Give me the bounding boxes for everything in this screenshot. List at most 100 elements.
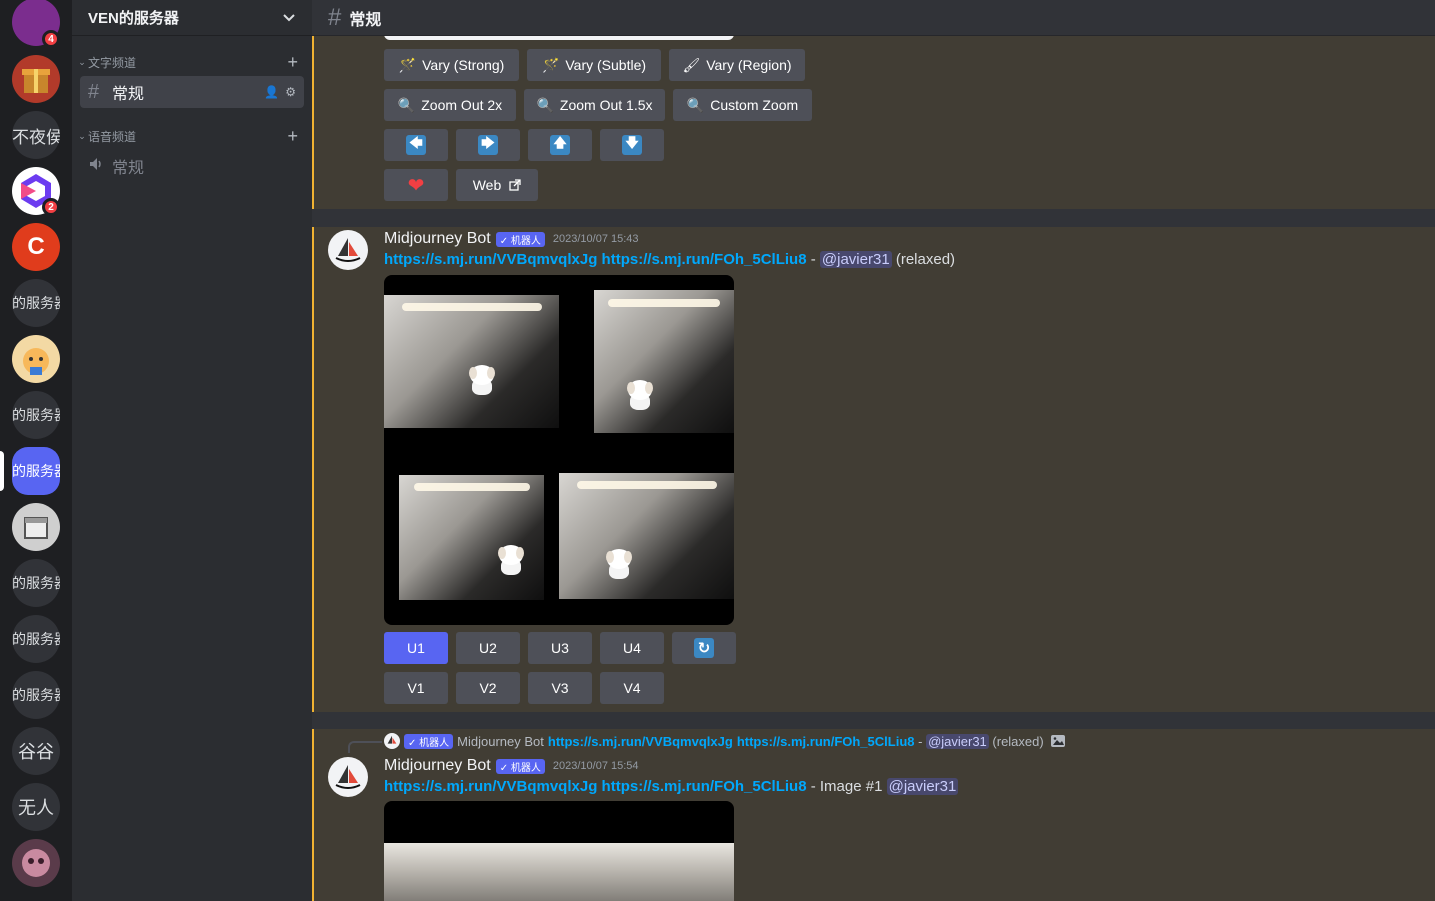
add-channel-icon[interactable]: + [287,52,298,73]
bot-tag: ✓ 机器人 [404,733,454,749]
hash-icon: # [328,3,342,31]
reroll-icon: ↻ [694,638,714,658]
zoom-out-1-5x-button[interactable]: 🔍 Zoom Out 1.5x [524,89,665,121]
category-text-channels[interactable]: ⌄ 文字频道 + [76,52,304,73]
zoom-out-2x-button[interactable]: 🔍 Zoom Out 2x [384,89,516,121]
magnifier-icon: 🔍 [686,96,705,113]
reply-avatar [384,733,400,749]
image-tile-3 [399,475,544,600]
server-icon-box[interactable] [12,503,60,551]
variation-v1-button[interactable]: V1 [384,672,448,704]
message-header: Midjourney Bot ✓ 机器人 2023/10/07 15:43 [384,229,639,249]
magnifier-icon: 🔍 [536,96,554,113]
server-icon-active[interactable]: 的服务器 [12,447,60,495]
prompt-link-1[interactable]: https://s.mj.run/VVBqmvqlxJg [384,778,597,795]
box-icon [24,517,48,539]
arrow-down-icon: 🡇 [622,135,642,155]
user-mention[interactable]: @javier31 [819,251,892,268]
server-icon-12[interactable]: 的服务器 [12,615,60,663]
upscaled-image-content [384,843,734,901]
image-tile-1 [384,295,559,428]
cartoon-avatar-icon [23,348,49,375]
reply-link-2[interactable]: https://s.mj.run/FOh_5ClLiu8 [737,734,915,749]
reply-preview[interactable]: ✓ 机器人 Midjourney Bot https://s.mj.run/VV… [384,732,1066,750]
server-icon-11[interactable]: 的服务器 [12,559,60,607]
bot-tag: ✓ 机器人 [495,758,545,774]
vary-strong-button[interactable]: 🪄 Vary (Strong) [384,49,519,81]
server-name: VEN的服务器 [88,10,179,27]
midjourney-bot-avatar[interactable] [328,757,368,797]
image-tile-2 [594,290,734,433]
author-name[interactable]: Midjourney Bot [384,757,491,775]
prompt-link-1[interactable]: https://s.mj.run/VVBqmvqlxJg [384,251,597,268]
category-voice-channels[interactable]: ⌄ 语音频道 + [76,126,304,147]
bot-tag: ✓ 机器人 [495,231,545,247]
server-icon-8[interactable]: 的服务器 [12,391,60,439]
prompt-link-2[interactable]: https://s.mj.run/FOh_5ClLiu8 [602,251,807,268]
server-header[interactable]: VEN的服务器 [72,0,312,36]
server-list: 4 不夜侯 2 C 的服务器 的服务器 的服务器 的服务器 的服务器 的服务器 … [0,0,72,901]
upscale-u4-button[interactable]: U4 [600,632,664,664]
channel-sidebar: VEN的服务器 ⌄ 文字频道 + # 常规 👤 ⚙ ⌄ 语音频道 + 常规 [72,0,312,901]
chat-area: # 常规 🪄 Vary (Strong) 🪄 Vary (Subtle) 🖌 Vary… [312,0,1435,901]
pan-up-button[interactable]: 🡅 [528,129,592,161]
generated-image-grid[interactable] [384,275,734,625]
custom-zoom-button[interactable]: 🔍 Custom Zoom [673,89,812,121]
reply-link-1[interactable]: https://s.mj.run/VVBqmvqlxJg [548,734,733,749]
server-icon-13[interactable]: 的服务器 [12,671,60,719]
channel-voice-general[interactable]: 常规 [80,150,304,182]
chevron-down-icon[interactable] [282,11,296,25]
settings-gear-icon[interactable]: ⚙ [285,85,296,99]
collapse-arrow-icon: ⌄ [78,56,86,67]
discord-app: 4 不夜侯 2 C 的服务器 的服务器 的服务器 的服务器 的服务器 的服务器 … [0,0,1435,901]
variation-v4-button[interactable]: V4 [600,672,664,704]
pan-left-button[interactable]: 🡄 [384,129,448,161]
add-channel-icon[interactable]: + [287,126,298,147]
sailboat-icon [335,765,361,789]
variation-v3-button[interactable]: V3 [528,672,592,704]
channel-text-general[interactable]: # 常规 👤 ⚙ [80,76,304,108]
author-name[interactable]: Midjourney Bot [384,230,491,248]
server-icon-creature[interactable] [12,839,60,887]
favorite-heart-button[interactable]: ❤ [384,169,448,201]
reroll-button[interactable]: ↻ [672,632,736,664]
sailboat-icon [387,735,397,744]
message-content: https://s.mj.run/VVBqmvqlxJg https://s.m… [384,251,956,268]
variation-v2-button[interactable]: V2 [456,672,520,704]
midjourney-bot-avatar[interactable] [328,230,368,270]
invite-member-icon[interactable]: 👤 [264,85,279,99]
server-icon-15[interactable]: 无人 [12,783,60,831]
server-icon-3[interactable]: 不夜侯 [12,111,60,159]
server-icon-cat[interactable] [12,335,60,383]
web-link-button[interactable]: Web [456,169,538,201]
user-mention[interactable]: @javier31 [886,778,959,795]
prompt-link-2[interactable]: https://s.mj.run/FOh_5ClLiu8 [602,778,807,795]
upscale-u3-button[interactable]: U3 [528,632,592,664]
category-label: 语音频道 [88,129,137,144]
collapse-arrow-icon: ⌄ [78,130,86,141]
user-mention[interactable]: @javier31 [926,733,989,749]
selected-indicator [0,451,4,491]
reply-connector [348,741,382,753]
vary-subtle-button[interactable]: 🪄 Vary (Subtle) [527,49,661,81]
external-link-icon [509,179,521,191]
vary-region-button[interactable]: 🖌 Vary (Region) [669,49,805,81]
magic-wand-icon: 🪄 [541,56,560,73]
notification-badge: 2 [42,198,60,216]
reply-author: Midjourney Bot [457,733,544,749]
pan-right-button[interactable]: 🡆 [456,129,520,161]
server-icon-14[interactable]: 谷谷 [12,727,60,775]
server-icon-c[interactable]: C [12,223,60,271]
channel-label: 常规 [112,86,145,103]
heart-icon: ❤ [407,174,425,197]
upscale-u2-button[interactable]: U2 [456,632,520,664]
pan-down-button[interactable]: 🡇 [600,129,664,161]
speaker-icon [88,155,112,178]
upscale-u1-button[interactable]: U1 [384,632,448,664]
gift-icon [22,69,50,93]
server-icon-6[interactable]: 的服务器 [12,279,60,327]
paintbrush-icon: 🖌 [682,56,701,73]
server-icon-gift[interactable] [12,55,60,103]
arrow-left-icon: 🡄 [406,135,426,155]
upscaled-image[interactable] [384,801,734,901]
